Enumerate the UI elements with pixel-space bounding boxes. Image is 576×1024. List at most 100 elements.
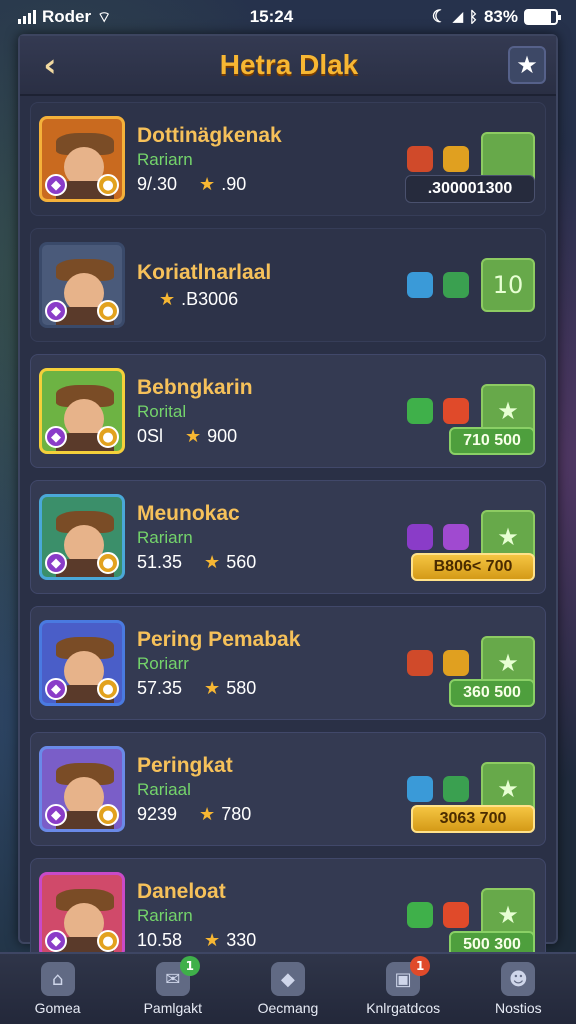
- player-role: Rariaal: [137, 779, 191, 799]
- gem-icon: [443, 146, 469, 172]
- reward-pill[interactable]: 710 500: [449, 427, 535, 455]
- player-stats: 57.35 ★ 580: [137, 678, 407, 699]
- level-badge-icon: ●: [97, 930, 119, 952]
- gem-icon: [407, 650, 433, 676]
- avatar: ◆ ●: [39, 620, 125, 706]
- chevron-left-icon: ‹: [43, 46, 57, 84]
- gem-icon: [407, 524, 433, 550]
- avatar: ◆ ●: [39, 494, 125, 580]
- nav-badge: 1: [179, 956, 200, 976]
- reward-pill[interactable]: B806< 700: [411, 553, 535, 581]
- player-score: 0Sl: [137, 425, 164, 446]
- player-name: Pering Pemabak: [137, 627, 301, 651]
- home-icon: ⌂: [40, 962, 75, 996]
- gem-icon: [407, 146, 433, 172]
- star-icon: ★: [199, 173, 216, 194]
- player-role: Rorital: [137, 401, 187, 421]
- gem-icon: [443, 776, 469, 802]
- player-name: Peringkat: [137, 753, 233, 777]
- action-label: ★: [497, 523, 519, 551]
- level-badge-icon: ●: [97, 678, 119, 700]
- list-item[interactable]: ◆ ● Dottinägkenak Rariarn 9/.30 ★ .90 .30…: [30, 102, 546, 216]
- gem-icon: [407, 272, 433, 298]
- nav-label: Nostios: [495, 1000, 542, 1016]
- player-role: Roriarr: [137, 653, 189, 673]
- reward-pill[interactable]: 3063 700: [411, 805, 535, 833]
- favorite-button[interactable]: ★: [507, 46, 546, 84]
- nav-pamlgakt[interactable]: ✉ 1 Pamlgakt: [118, 956, 228, 1016]
- item-icons: [407, 398, 473, 424]
- gem-icon: [443, 524, 469, 550]
- moon-icon: ☾: [431, 7, 447, 26]
- player-score: 9239: [137, 803, 178, 824]
- action-label: ★: [497, 775, 519, 803]
- nav-label: Pamlgakt: [143, 1000, 202, 1016]
- nav-gomea[interactable]: ⌂ Gomea: [3, 962, 113, 1016]
- class-badge-icon: ◆: [45, 678, 67, 700]
- list-item[interactable]: ◆ ● Meunokac Rariarn 51.35 ★ 560 ★ B806< …: [30, 480, 546, 594]
- star-icon: ★: [159, 288, 176, 309]
- star-icon: ★: [204, 677, 221, 698]
- page-title: Hetra Dlak: [219, 49, 359, 80]
- player-points: 330: [226, 929, 257, 950]
- class-badge-icon: ◆: [45, 804, 67, 826]
- player-name: Bebngkarin: [137, 375, 253, 399]
- list-item[interactable]: ◆ ● Pering Pemabak Roriarr 57.35 ★ 580 ★ …: [30, 606, 546, 720]
- item-icons: [407, 650, 473, 676]
- star-icon: ★: [204, 929, 221, 950]
- gem-icon: [443, 650, 469, 676]
- list-item[interactable]: ◆ ● Bebngkarin Rorital 0Sl ★ 900 ★ 710 50…: [30, 354, 546, 468]
- nav-knlrgatdcos[interactable]: ▣ 1 Knlrgatdcos: [348, 956, 458, 1016]
- player-points: 900: [207, 425, 238, 446]
- list-item[interactable]: ◆ ● Koriatlnarlaal ★ .B3006 10: [30, 228, 546, 342]
- player-info: Meunokac Rariarn 51.35 ★ 560: [137, 502, 407, 573]
- player-name: Daneloat: [137, 879, 226, 903]
- item-icons: [407, 272, 473, 298]
- player-info: Koriatlnarlaal ★ .B3006: [137, 261, 407, 310]
- level-badge-icon: ●: [97, 552, 119, 574]
- player-score: 10.58: [137, 929, 183, 950]
- avatar: ◆ ●: [39, 872, 125, 958]
- player-stats: 9/.30 ★ .90: [137, 174, 407, 195]
- action-label: ★: [497, 649, 519, 677]
- carrier-label: Roder: [42, 7, 92, 26]
- star-icon: ★: [516, 51, 538, 79]
- reward-pill[interactable]: 360 500: [449, 679, 535, 707]
- star-icon: ★: [204, 551, 221, 572]
- reward-pill[interactable]: .300001300: [405, 175, 535, 203]
- avatar: ◆ ●: [39, 746, 125, 832]
- bluetooth-icon: ᛒ: [468, 8, 478, 26]
- bottom-nav: ⌂ Gomea ✉ 1 Pamlgakt ◆ Oecmang ▣ 1 Knlrg…: [0, 952, 576, 1024]
- player-score: 51.35: [137, 551, 183, 572]
- item-icons: [407, 524, 473, 550]
- panel-header: ‹ Hetra Dlak ★: [20, 36, 556, 96]
- player-role: Rariarn: [137, 527, 193, 547]
- player-points: 560: [226, 551, 257, 572]
- player-stats: 0Sl ★ 900: [137, 426, 407, 447]
- player-stats: 51.35 ★ 560: [137, 552, 407, 573]
- nav-oecmang[interactable]: ◆ Oecmang: [233, 962, 343, 1016]
- gem-icon: ◆: [270, 962, 305, 996]
- gem-icon: [407, 776, 433, 802]
- star-icon: ★: [185, 425, 202, 446]
- profile-icon: ☻: [501, 962, 536, 996]
- row-actions: 10: [407, 258, 535, 312]
- player-info: Dottinägkenak Rariarn 9/.30 ★ .90: [137, 124, 407, 195]
- player-info: Bebngkarin Rorital 0Sl ★ 900: [137, 376, 407, 447]
- nav-nostios[interactable]: ☻ Nostios: [463, 962, 573, 1016]
- avatar: ◆ ●: [39, 116, 125, 202]
- level-badge-icon: ●: [97, 426, 119, 448]
- nav-label: Gomea: [34, 1000, 81, 1016]
- avatar: ◆ ●: [39, 242, 125, 328]
- gem-icon: [407, 902, 433, 928]
- status-time: 15:24: [249, 7, 294, 26]
- list-item[interactable]: ◆ ● Peringkat Rariaal 9239 ★ 780 ★ 3063 7…: [30, 732, 546, 846]
- back-button[interactable]: ‹: [30, 45, 70, 85]
- player-stats: 9239 ★ 780: [137, 804, 407, 825]
- action-label: 10: [492, 271, 524, 299]
- player-name: Koriatlnarlaal: [137, 260, 272, 284]
- player-role: Rariarn: [137, 149, 193, 169]
- action-button[interactable]: 10: [481, 258, 535, 312]
- nav-badge: 1: [410, 956, 431, 976]
- player-score: 57.35: [137, 677, 183, 698]
